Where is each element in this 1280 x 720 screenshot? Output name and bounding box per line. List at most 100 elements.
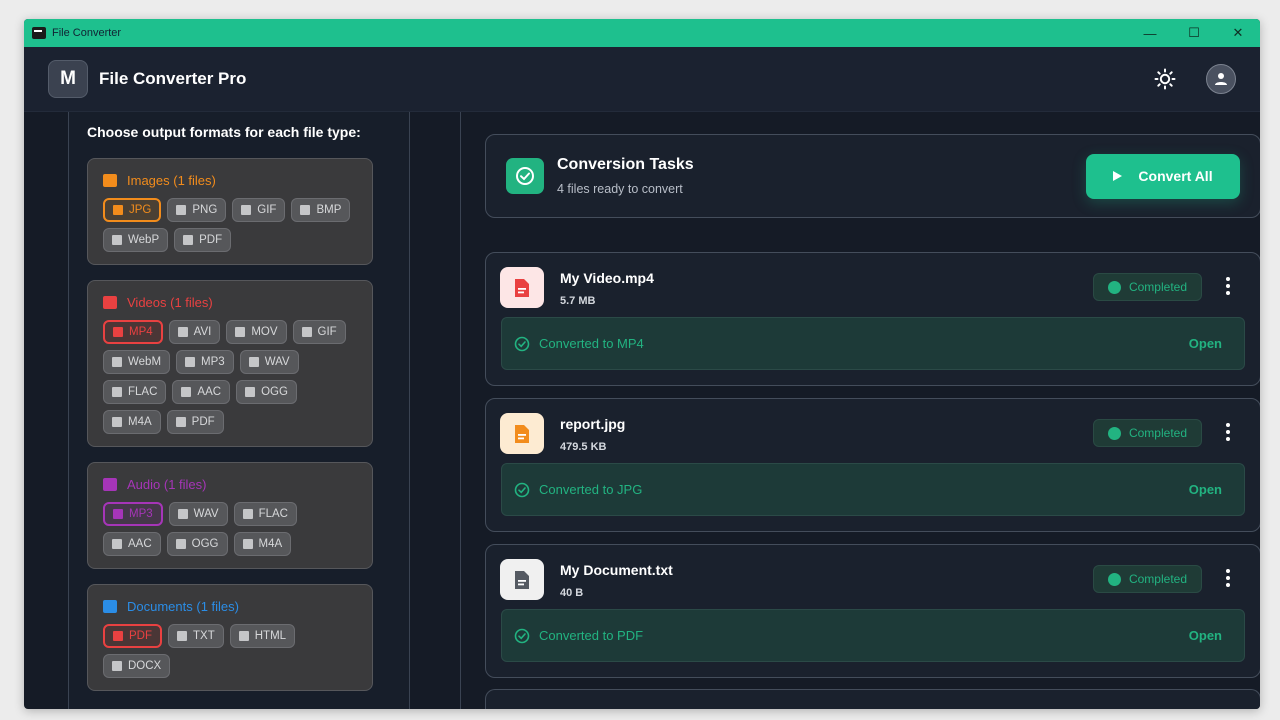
maximize-button[interactable]: ☐ bbox=[1172, 19, 1216, 47]
open-file-link[interactable]: Open bbox=[1189, 628, 1222, 643]
format-chip-pdf[interactable]: PDF bbox=[174, 228, 232, 252]
format-icon bbox=[235, 327, 246, 337]
check-circle-icon bbox=[514, 336, 530, 351]
format-chip-avi[interactable]: AVI bbox=[168, 320, 221, 344]
file-type-icon bbox=[103, 600, 117, 613]
format-chip-label: WAV bbox=[193, 508, 219, 520]
format-chip-m4a[interactable]: M4A bbox=[103, 410, 161, 434]
format-icon bbox=[242, 539, 253, 549]
file-card-partial bbox=[485, 689, 1260, 709]
check-circle-icon bbox=[514, 482, 530, 497]
format-icon bbox=[113, 327, 123, 337]
format-icon bbox=[242, 509, 253, 519]
open-file-link[interactable]: Open bbox=[1189, 482, 1222, 497]
document-file-icon bbox=[500, 559, 544, 600]
format-chip-png[interactable]: PNG bbox=[167, 198, 227, 222]
format-chip-label: WebP bbox=[128, 234, 160, 246]
format-chip-bmp[interactable]: BMP bbox=[291, 198, 351, 222]
image-file-icon bbox=[500, 413, 544, 454]
format-chip-pdf[interactable]: PDF bbox=[103, 624, 162, 648]
format-icon bbox=[241, 205, 252, 215]
format-chip-mp4[interactable]: MP4 bbox=[103, 320, 163, 344]
file-size: 5.7 MB bbox=[560, 295, 596, 307]
check-circle-icon bbox=[1107, 280, 1121, 294]
format-chip-ogg[interactable]: OGG bbox=[236, 380, 297, 404]
status-badge: Completed bbox=[1092, 273, 1202, 301]
format-chip-label: WAV bbox=[264, 356, 290, 368]
sun-icon[interactable] bbox=[1150, 64, 1180, 94]
format-chip-label: PDF bbox=[191, 416, 215, 428]
conversion-result: Converted to MP4 Open bbox=[501, 317, 1245, 370]
format-icon bbox=[113, 509, 123, 519]
format-chip-wav[interactable]: WAV bbox=[239, 350, 299, 374]
format-chip-wav[interactable]: WAV bbox=[168, 502, 228, 526]
check-circle-icon bbox=[506, 158, 544, 194]
format-chip-docx[interactable]: DOCX bbox=[103, 654, 171, 678]
conversion-tasks-header: Conversion Tasks 4 files ready to conver… bbox=[485, 134, 1260, 218]
format-icon bbox=[175, 417, 186, 427]
format-chip-gif[interactable]: GIF bbox=[292, 320, 346, 344]
format-chip-jpg[interactable]: JPG bbox=[103, 198, 162, 222]
format-chip-flac[interactable]: FLAC bbox=[103, 380, 167, 404]
format-icon bbox=[177, 509, 188, 519]
format-icon bbox=[175, 539, 186, 549]
format-chip-mp3[interactable]: MP3 bbox=[103, 502, 163, 526]
format-chip-webp[interactable]: WebP bbox=[103, 228, 169, 252]
format-chip-gif[interactable]: GIF bbox=[232, 198, 286, 222]
file-type-icon bbox=[103, 296, 117, 309]
format-chip-m4a[interactable]: M4A bbox=[233, 532, 292, 556]
format-icon bbox=[112, 357, 122, 367]
more-options-icon[interactable] bbox=[1222, 277, 1234, 295]
format-chip-label: MP4 bbox=[129, 326, 153, 338]
format-icon bbox=[300, 205, 311, 215]
format-chip-label: TXT bbox=[193, 630, 215, 642]
format-icon bbox=[112, 661, 122, 671]
format-group-card: Videos (1 files) MP4 AVI MOV GIF WebM MP3 WAV FL… bbox=[87, 280, 373, 447]
format-chip-mov[interactable]: MOV bbox=[226, 320, 287, 344]
format-group-label: Documents (1 files) bbox=[127, 599, 239, 614]
format-chip-label: PDF bbox=[129, 630, 152, 642]
format-icon bbox=[181, 387, 192, 397]
format-chip-label: AAC bbox=[197, 386, 222, 398]
format-chip-mp3[interactable]: MP3 bbox=[176, 350, 234, 374]
file-card: My Document.txt 40 B Completed Converted… bbox=[485, 544, 1260, 678]
format-chip-label: MOV bbox=[251, 326, 278, 338]
user-icon[interactable] bbox=[1206, 64, 1236, 94]
format-group-label: Videos (1 files) bbox=[127, 295, 213, 310]
window-title: File Converter bbox=[52, 27, 122, 39]
format-chip-aac[interactable]: AAC bbox=[103, 532, 161, 556]
title-bar: File Converter — ☐ ✕ bbox=[24, 19, 1260, 47]
format-icon bbox=[301, 327, 312, 337]
format-chip-flac[interactable]: FLAC bbox=[233, 502, 297, 526]
status-label: Completed bbox=[1128, 426, 1187, 440]
open-file-link[interactable]: Open bbox=[1189, 336, 1222, 351]
format-chip-webm[interactable]: WebM bbox=[103, 350, 171, 374]
minimize-button[interactable]: — bbox=[1128, 19, 1172, 47]
format-chip-label: JPG bbox=[129, 204, 152, 216]
file-name: report.jpg bbox=[560, 416, 626, 432]
format-chip-txt[interactable]: TXT bbox=[168, 624, 224, 648]
format-icon bbox=[238, 631, 249, 641]
result-text: Converted to JPG bbox=[539, 482, 643, 497]
format-icon bbox=[248, 357, 259, 367]
format-group-card: Audio (1 files) MP3 WAV FLAC AAC OGG M4A bbox=[87, 462, 373, 569]
more-options-icon[interactable] bbox=[1222, 569, 1234, 587]
close-button[interactable]: ✕ bbox=[1216, 19, 1260, 47]
format-chip-ogg[interactable]: OGG bbox=[166, 532, 228, 556]
more-options-icon[interactable] bbox=[1222, 423, 1234, 441]
format-icon bbox=[112, 539, 122, 549]
status-label: Completed bbox=[1128, 572, 1187, 586]
tasks-area: Conversion Tasks 4 files ready to conver… bbox=[460, 112, 1260, 709]
format-chip-label: HTML bbox=[254, 630, 287, 642]
format-icon bbox=[177, 327, 188, 337]
file-name: My Video.mp4 bbox=[560, 270, 654, 286]
format-chip-aac[interactable]: AAC bbox=[172, 380, 231, 404]
format-group-title: Audio (1 files) bbox=[103, 477, 358, 492]
format-chip-label: PNG bbox=[192, 204, 218, 216]
format-chip-pdf[interactable]: PDF bbox=[166, 410, 224, 434]
status-label: Completed bbox=[1128, 280, 1187, 294]
format-chip-html[interactable]: HTML bbox=[229, 624, 296, 648]
result-text: Converted to MP4 bbox=[539, 336, 644, 351]
convert-all-button[interactable]: Convert All bbox=[1086, 153, 1240, 199]
format-chip-label: PDF bbox=[199, 234, 223, 246]
